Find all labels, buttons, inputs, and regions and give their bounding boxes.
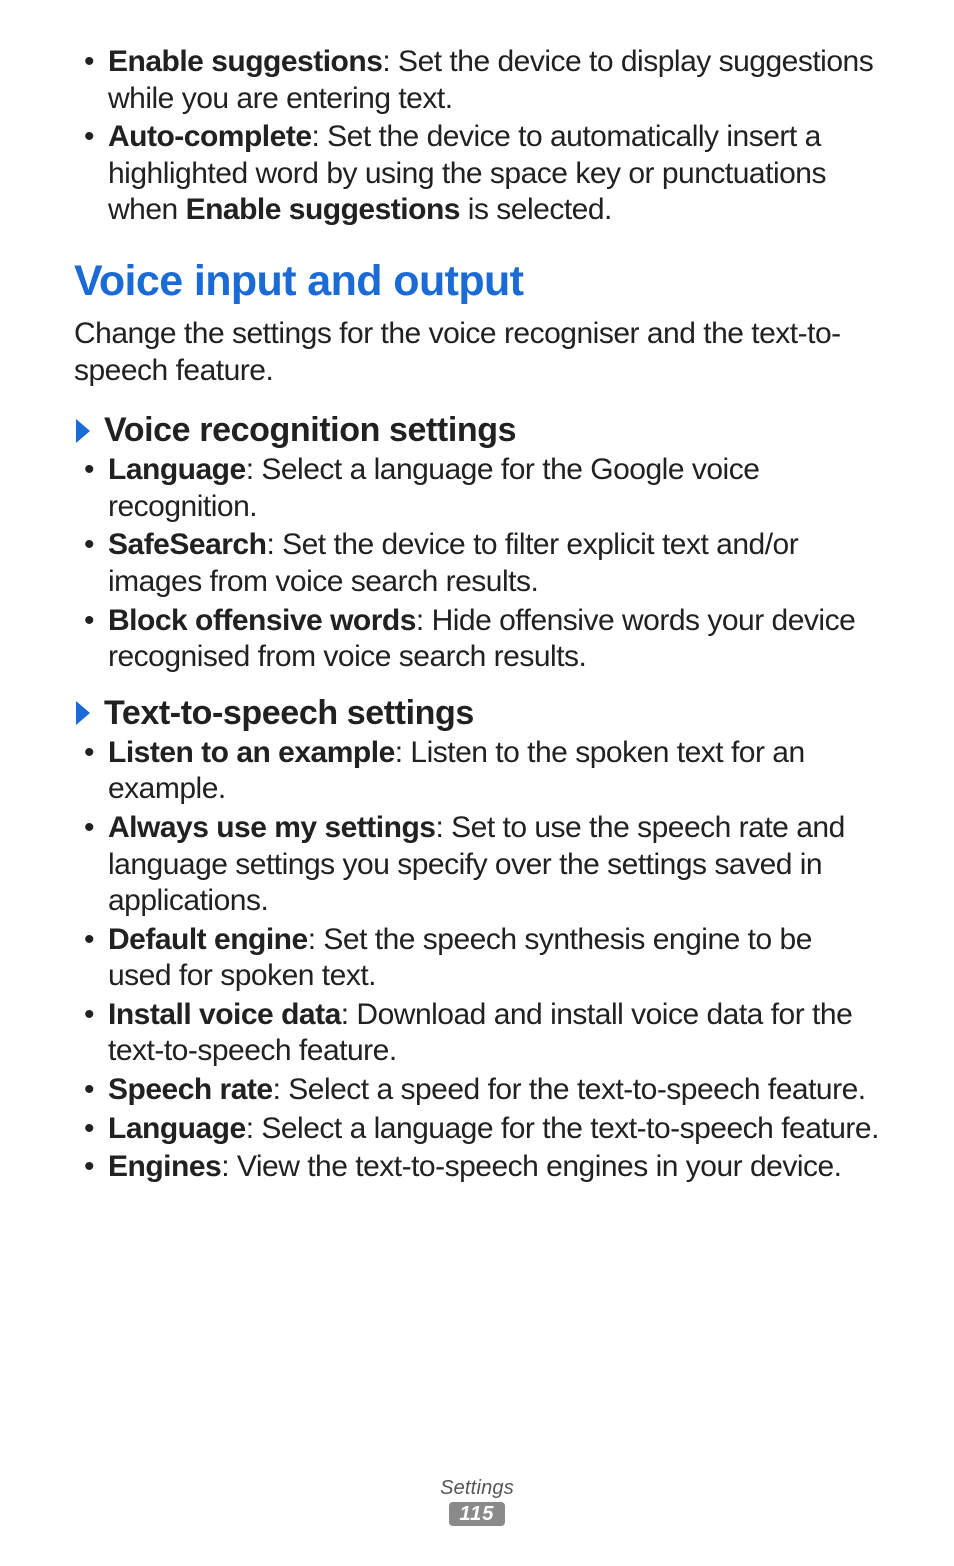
term-label: Default engine [108,923,308,956]
section-title: Voice input and output [74,257,880,306]
subheading-tts: Text-to-speech settings [74,694,880,733]
footer-section-label: Settings [74,1477,880,1500]
term-description: : Select a speed for the text-to-speech … [273,1073,866,1106]
term-label: Listen to an example [108,736,395,769]
list-item: Install voice data: Download and install… [74,997,880,1070]
list-item: Listen to an example: Listen to the spok… [74,735,880,808]
list-item: Auto-complete: Set the device to automat… [74,119,880,229]
chevron-right-icon [74,417,92,445]
term-label: Speech rate [108,1073,273,1106]
list-item: SafeSearch: Set the device to filter exp… [74,527,880,600]
list-item: Enable suggestions: Set the device to di… [74,44,880,117]
keyboard-settings-list: Enable suggestions: Set the device to di… [74,44,880,229]
tts-list: Listen to an example: Listen to the spok… [74,735,880,1186]
chevron-right-icon [74,699,92,727]
list-item: Speech rate: Select a speed for the text… [74,1072,880,1109]
term-description-post: is selected. [460,193,612,226]
term-label: Block offensive words [108,604,416,637]
list-item: Block offensive words: Hide offensive wo… [74,603,880,676]
list-item: Language: Select a language for the text… [74,1111,880,1148]
term-description: : Select a language for the text-to-spee… [246,1112,879,1145]
term-label: Enable suggestions [108,45,382,78]
term-label: Always use my settings [108,811,435,844]
subheading-label: Voice recognition settings [104,411,516,450]
voice-recognition-list: Language: Select a language for the Goog… [74,452,880,676]
term-label: Engines [108,1150,221,1183]
list-item: Default engine: Set the speech synthesis… [74,922,880,995]
inline-bold: Enable suggestions [186,193,460,226]
subheading-label: Text-to-speech settings [104,694,474,733]
content-area: Enable suggestions: Set the device to di… [74,44,880,1457]
term-label: SafeSearch [108,528,266,561]
page-number-badge: 115 [449,1502,505,1526]
list-item: Always use my settings: Set to use the s… [74,810,880,920]
term-label: Language [108,1112,246,1145]
list-item: Language: Select a language for the Goog… [74,452,880,525]
subheading-voice-recognition: Voice recognition settings [74,411,880,450]
section-lead: Change the settings for the voice recogn… [74,316,880,389]
term-label: Install voice data [108,998,341,1031]
page-footer: Settings 115 [74,1457,880,1526]
list-item: Engines: View the text-to-speech engines… [74,1149,880,1186]
term-label: Auto-complete [108,120,312,153]
term-label: Language [108,453,246,486]
document-page: Enable suggestions: Set the device to di… [0,0,954,1566]
term-description: : View the text-to-speech engines in you… [221,1150,841,1183]
